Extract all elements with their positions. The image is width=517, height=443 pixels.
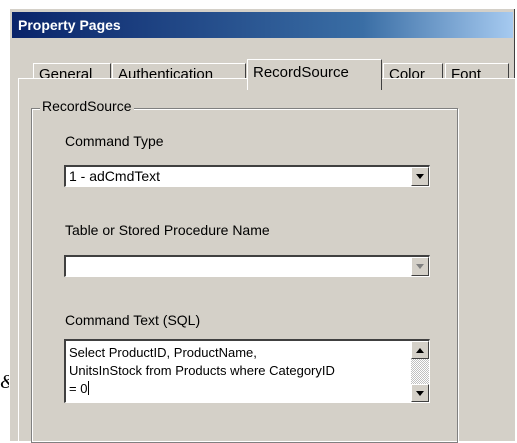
sql-line-3-text: = 0 (69, 381, 88, 396)
command-text-input[interactable]: Select ProductID, ProductName, UnitsInSto… (64, 339, 430, 403)
tab-recordsource[interactable]: RecordSource (247, 59, 382, 90)
table-name-select[interactable] (64, 255, 430, 277)
command-type-label: Command Type (65, 133, 164, 149)
title-bar[interactable]: Property Pages (12, 12, 513, 38)
window-title: Property Pages (18, 17, 121, 33)
arrow-down-icon (416, 390, 424, 396)
scroll-down-button[interactable] (411, 384, 429, 402)
arrow-up-icon (416, 347, 424, 353)
table-name-dropdown-button[interactable] (411, 257, 429, 276)
sql-line-2: UnitsInStock from Products where Categor… (69, 363, 335, 378)
groupbox-title: RecordSource (40, 98, 134, 114)
tab-label: RecordSource (253, 64, 349, 81)
chevron-down-icon (416, 174, 424, 179)
scroll-up-button[interactable] (411, 341, 429, 359)
command-type-dropdown-button[interactable] (411, 167, 429, 186)
sql-line-3: = 0 (69, 380, 399, 398)
command-type-value: 1 - adCmdText (69, 168, 161, 184)
command-text-label: Command Text (SQL) (65, 312, 201, 328)
tab-strip: General Authentication RecordSource Colo… (9, 37, 515, 90)
chevron-down-icon (416, 264, 424, 269)
sql-line-1: Select ProductID, ProductName, (69, 345, 257, 360)
command-type-select[interactable]: 1 - adCmdText (64, 165, 430, 187)
table-name-label: Table or Stored Procedure Name (65, 222, 270, 238)
vertical-scrollbar[interactable] (411, 341, 429, 402)
text-caret (88, 381, 90, 395)
command-text-value: Select ProductID, ProductName, UnitsInSto… (69, 344, 399, 398)
